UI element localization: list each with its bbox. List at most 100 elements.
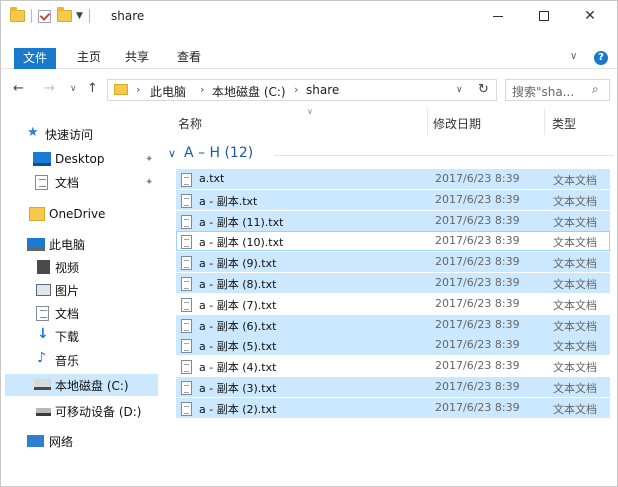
group-header[interactable]: ∨ A – H (12): [168, 145, 614, 165]
text-file-icon: [181, 277, 192, 291]
sidebar-item-quick-access[interactable]: ★ 快速访问: [5, 123, 158, 145]
toolbar-divider: [88, 9, 90, 23]
table-row[interactable]: a - 副本 (4).txt 2017/6/23 8:39 文本文档: [176, 356, 610, 376]
toolbar-divider: [31, 9, 32, 23]
text-file-icon: [181, 360, 192, 375]
properties-check-icon[interactable]: [38, 9, 51, 23]
search-placeholder: 搜索"sha...: [512, 85, 575, 99]
pictures-icon: [36, 284, 51, 296]
sidebar-item-label: 文档: [55, 175, 80, 190]
tab-home[interactable]: 主页: [73, 45, 105, 69]
help-icon[interactable]: ?: [594, 51, 608, 65]
column-divider[interactable]: [544, 109, 545, 135]
file-modified-date: 2017/6/23 8:39: [435, 338, 520, 352]
group-collapse-icon[interactable]: ∨: [168, 147, 176, 160]
search-input[interactable]: 搜索"sha... ⌕: [505, 79, 610, 101]
table-row[interactable]: a - 副本 (6).txt 2017/6/23 8:39 文本文档: [176, 314, 610, 335]
file-modified-date: 2017/6/23 8:39: [435, 359, 520, 373]
breadcrumb-separator[interactable]: ›: [294, 83, 298, 96]
breadcrumb-separator[interactable]: ›: [136, 83, 140, 96]
forward-arrow-icon[interactable]: →: [44, 81, 55, 96]
recent-locations-icon[interactable]: ∨: [70, 84, 77, 94]
back-arrow-icon[interactable]: ←: [13, 81, 24, 96]
address-dropdown-icon[interactable]: ∨: [456, 85, 463, 95]
search-icon[interactable]: ⌕: [592, 82, 599, 97]
file-name: a - 副本 (5).txt: [199, 340, 277, 354]
sidebar-item-documents[interactable]: 文档 ✦: [5, 171, 158, 193]
pin-icon[interactable]: ✦: [145, 154, 153, 165]
minimize-icon: [493, 15, 503, 17]
column-header: ∨ 名称 修改日期 类型: [162, 107, 617, 135]
table-row[interactable]: a - 副本 (8).txt 2017/6/23 8:39 文本文档: [176, 273, 610, 293]
file-name: a.txt: [199, 172, 225, 185]
breadcrumb-local-disk[interactable]: 本地磁盘 (C:): [212, 83, 286, 100]
sidebar-item-desktop[interactable]: Desktop ✦: [5, 148, 158, 170]
computer-icon: [27, 238, 45, 251]
new-folder-icon[interactable]: [57, 7, 72, 22]
folder-icon: [114, 84, 128, 95]
sidebar-item-local-disk[interactable]: 本地磁盘 (C:): [5, 374, 158, 396]
close-button[interactable]: ✕: [567, 1, 613, 31]
text-file-icon: [181, 339, 192, 354]
table-row[interactable]: a - 副本 (5).txt 2017/6/23 8:39 文本文档: [176, 335, 610, 356]
table-row[interactable]: a - 副本 (2).txt 2017/6/23 8:39 文本文档: [176, 397, 610, 418]
sidebar-item-onedrive[interactable]: OneDrive: [5, 203, 158, 225]
table-row[interactable]: a - 副本 (10).txt 2017/6/23 8:39 文本文档: [176, 231, 610, 252]
file-type: 文本文档: [553, 402, 597, 416]
sidebar-item-label: 快速访问: [45, 127, 94, 142]
breadcrumb-this-pc[interactable]: 此电脑: [150, 83, 186, 100]
sidebar-item-videos[interactable]: 视频: [5, 256, 158, 278]
file-name: a - 副本 (3).txt: [199, 382, 277, 395]
star-icon: ★: [27, 125, 39, 140]
file-modified-date: 2017/6/23 8:39: [435, 192, 520, 206]
table-row[interactable]: a - 副本 (3).txt 2017/6/23 8:39 文本文档: [176, 377, 610, 397]
network-icon: [27, 435, 44, 447]
column-date-header[interactable]: 修改日期: [433, 115, 481, 132]
file-name: a - 副本 (8).txt: [199, 278, 277, 291]
window-title: share: [111, 9, 145, 23]
pin-icon[interactable]: ✦: [145, 177, 153, 188]
text-file-icon: [181, 173, 192, 187]
quick-access-toolbar: ▼: [10, 7, 96, 24]
close-icon: ✕: [584, 8, 596, 24]
address-bar[interactable]: › 此电脑 › 本地磁盘 (C:) › share ∨ ↻: [107, 79, 497, 101]
sidebar-item-this-pc[interactable]: 此电脑: [5, 233, 158, 255]
breadcrumb-share[interactable]: share: [306, 83, 339, 97]
maximize-icon: [539, 11, 549, 21]
tab-share[interactable]: 共享: [121, 45, 153, 69]
sidebar-item-label: 视频: [55, 260, 80, 275]
sidebar-item-downloads[interactable]: ↓ 下载: [5, 325, 158, 347]
sidebar-item-pictures[interactable]: 图片: [5, 279, 158, 301]
table-row[interactable]: a - 副本 (7).txt 2017/6/23 8:39 文本文档: [176, 294, 610, 314]
drive-icon: [34, 379, 51, 390]
refresh-icon[interactable]: ↻: [478, 82, 489, 97]
column-type-header[interactable]: 类型: [552, 115, 576, 132]
file-name: a - 副本 (10).txt: [199, 236, 284, 250]
sidebar-item-network[interactable]: 网络: [5, 430, 158, 452]
file-modified-date: 2017/6/23 8:39: [435, 234, 520, 248]
sidebar-item-music[interactable]: ♪ 音乐: [5, 349, 158, 371]
table-row[interactable]: a - 副本 (9).txt 2017/6/23 8:39 文本文档: [176, 252, 610, 273]
maximize-button[interactable]: [521, 1, 567, 31]
tab-view[interactable]: 查看: [173, 45, 205, 69]
file-type: 文本文档: [553, 194, 597, 208]
sidebar-item-removable-drive[interactable]: 可移动设备 (D:): [5, 400, 158, 422]
ribbon-tabs: 文件 主页 共享 查看 ∨ ?: [1, 45, 617, 69]
table-row[interactable]: a - 副本 (11).txt 2017/6/23 8:39 文本文档: [176, 210, 610, 231]
table-row[interactable]: a.txt 2017/6/23 8:39 文本文档: [176, 169, 610, 189]
up-arrow-icon[interactable]: ↑: [87, 81, 98, 96]
column-name-header[interactable]: 名称: [178, 115, 202, 132]
column-divider[interactable]: [427, 109, 428, 135]
sidebar-item-label: 图片: [55, 283, 80, 298]
sidebar-item-label: 音乐: [55, 353, 80, 368]
expand-ribbon-icon[interactable]: ∨: [570, 51, 577, 62]
text-file-icon: [181, 214, 192, 229]
file-name: a - 副本 (9).txt: [199, 257, 277, 271]
minimize-button[interactable]: [475, 1, 521, 31]
file-name: a - 副本 (4).txt: [199, 361, 277, 375]
tab-file[interactable]: 文件: [14, 48, 56, 69]
sidebar-item-documents-2[interactable]: 文档: [5, 302, 158, 324]
breadcrumb-separator[interactable]: ›: [200, 83, 204, 96]
customize-dropdown-icon[interactable]: ▼: [76, 11, 83, 21]
table-row[interactable]: a - 副本.txt 2017/6/23 8:39 文本文档: [176, 189, 610, 210]
